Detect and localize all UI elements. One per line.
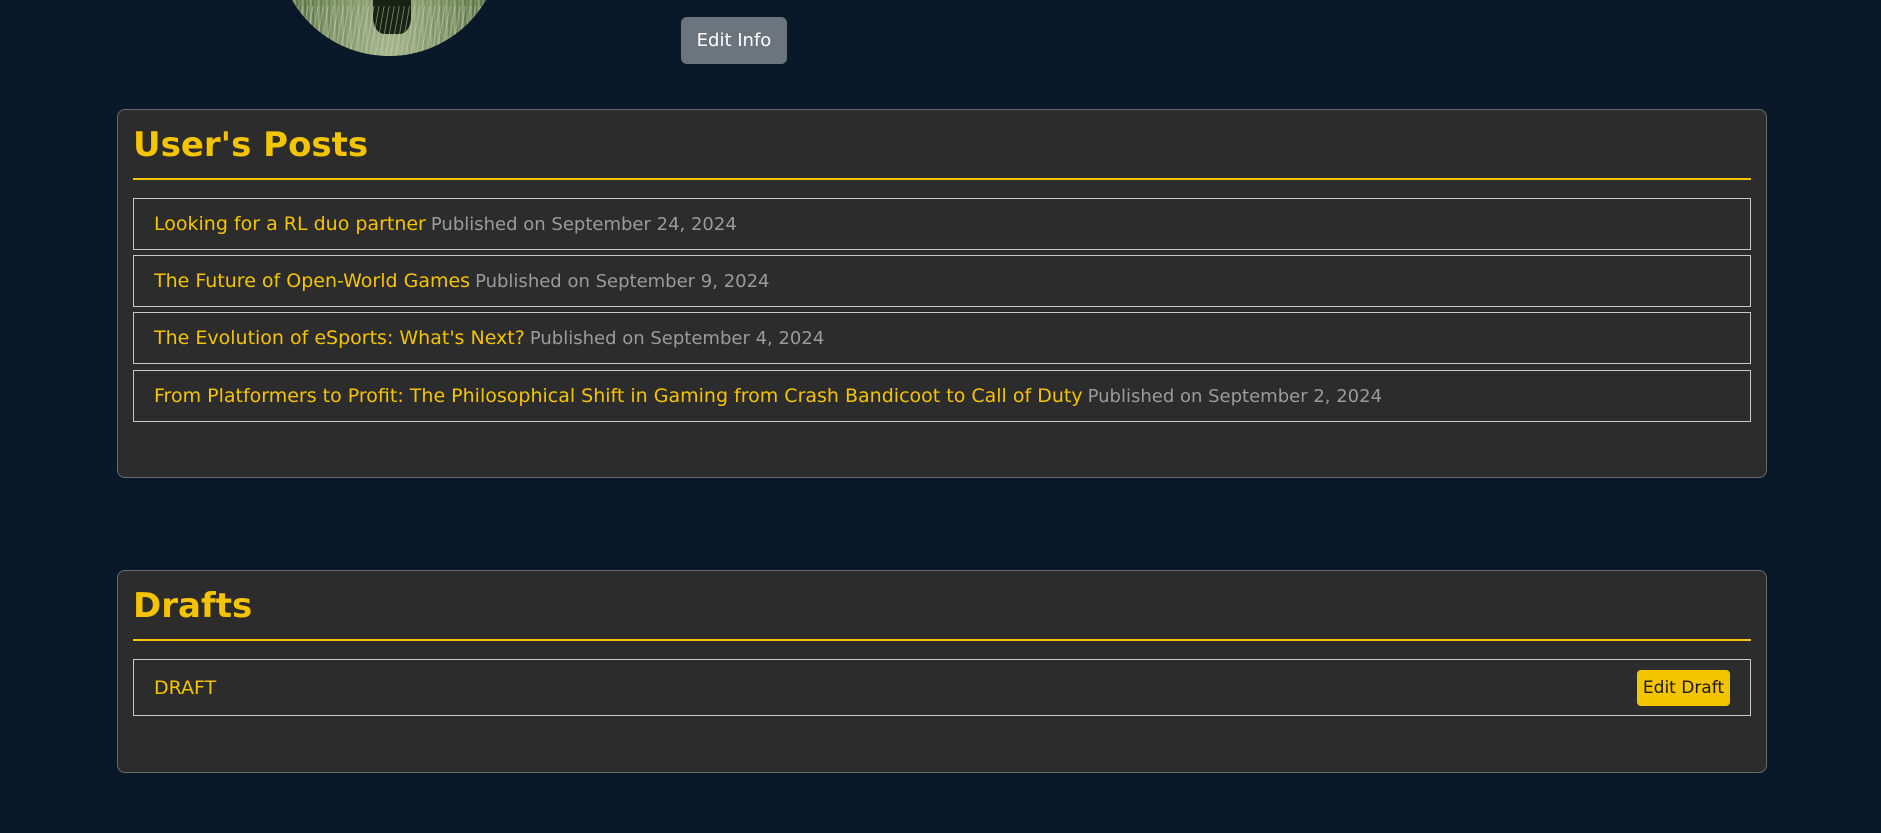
post-title-link[interactable]: Looking for a RL duo partner bbox=[154, 213, 426, 235]
post-date: Published on September 24, 2024 bbox=[430, 213, 737, 235]
edit-draft-button[interactable]: Edit Draft bbox=[1637, 670, 1730, 706]
post-date: Published on September 4, 2024 bbox=[529, 327, 825, 349]
avatar bbox=[277, 0, 501, 56]
post-item: Looking for a RL duo partner Published o… bbox=[133, 198, 1751, 250]
post-date: Published on September 9, 2024 bbox=[475, 270, 770, 292]
drafts-heading: Drafts bbox=[133, 589, 1751, 641]
edit-info-button[interactable]: Edit Info bbox=[681, 17, 787, 64]
drafts-section: Drafts DRAFT Edit Draft bbox=[117, 570, 1767, 773]
post-title-link[interactable]: From Platformers to Profit: The Philosop… bbox=[154, 385, 1083, 407]
draft-title: DRAFT bbox=[154, 676, 217, 699]
post-title-link[interactable]: The Future of Open-World Games bbox=[154, 270, 470, 292]
post-item: From Platformers to Profit: The Philosop… bbox=[133, 370, 1751, 422]
post-date: Published on September 2, 2024 bbox=[1087, 385, 1383, 407]
avatar-grass bbox=[277, 6, 501, 56]
users-posts-heading: User's Posts bbox=[133, 128, 1751, 180]
post-item: The Future of Open-World Games Published… bbox=[133, 255, 1751, 307]
post-item: The Evolution of eSports: What's Next? P… bbox=[133, 312, 1751, 364]
draft-item: DRAFT Edit Draft bbox=[133, 659, 1751, 716]
post-title-link[interactable]: The Evolution of eSports: What's Next? bbox=[154, 327, 525, 349]
users-posts-section: User's Posts Looking for a RL duo partne… bbox=[117, 109, 1767, 478]
